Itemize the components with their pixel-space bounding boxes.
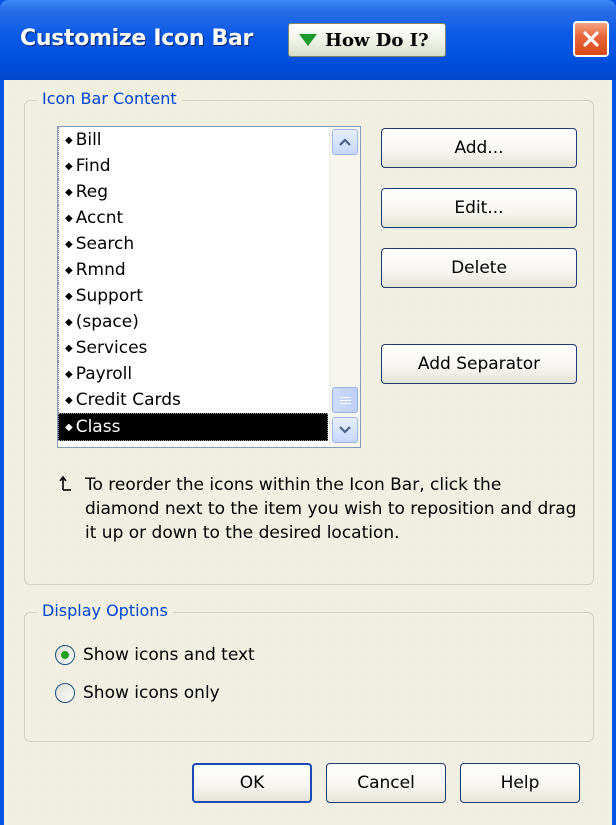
diamond-icon[interactable]: ◆ xyxy=(65,343,73,354)
reorder-hint: To reorder the icons within the Icon Bar… xyxy=(59,473,579,545)
list-item-label: Find xyxy=(75,156,111,176)
list-item[interactable]: ◆ Payroll xyxy=(58,361,328,387)
icon-list[interactable]: ◆ Bill ◆ Find ◆ Reg ◆ Accnt ◆ Search ◆ Rmnd ◆ Support… xyxy=(57,126,361,448)
diamond-icon[interactable]: ◆ xyxy=(65,161,73,172)
icon-bar-content-title: Icon Bar Content xyxy=(37,89,182,108)
diamond-icon[interactable]: ◆ xyxy=(65,135,73,146)
diamond-icon[interactable]: ◆ xyxy=(65,395,73,406)
list-item[interactable]: ◆ (space) xyxy=(58,309,328,335)
how-do-i-button[interactable]: How Do I? xyxy=(288,23,446,57)
reorder-hint-text: To reorder the icons within the Icon Bar… xyxy=(85,475,577,543)
diamond-icon[interactable]: ◆ xyxy=(65,291,73,302)
delete-button[interactable]: Delete xyxy=(381,248,577,288)
list-item-label: Reg xyxy=(75,182,109,202)
list-item[interactable]: ◆ Rmnd xyxy=(58,257,328,283)
dialog-client-area: Icon Bar Content ◆ Bill ◆ Find ◆ Reg ◆ Accnt ◆ Se… xyxy=(4,80,612,825)
list-item[interactable]: ◆ Find xyxy=(58,153,328,179)
list-item-label: Accnt xyxy=(75,208,124,228)
list-item-label: Payroll xyxy=(75,364,133,384)
green-down-triangle-icon xyxy=(299,34,317,46)
list-item[interactable]: ◆ Credit Cards xyxy=(58,387,328,413)
show-icons-and-text-label: Show icons and text xyxy=(83,645,255,665)
list-item[interactable]: ◆ Accnt xyxy=(58,205,328,231)
diamond-icon[interactable]: ◆ xyxy=(65,317,73,328)
help-button-label: Help xyxy=(500,773,540,793)
radio-show-icons-and-text[interactable] xyxy=(55,645,75,665)
display-options-title: Display Options xyxy=(37,601,173,620)
show-icons-and-text-option[interactable]: Show icons and text xyxy=(55,645,255,665)
add-separator-button[interactable]: Add Separator xyxy=(381,344,577,384)
diamond-icon[interactable]: ◆ xyxy=(65,265,73,276)
scroll-up-button[interactable] xyxy=(332,129,358,155)
ok-button-label: OK xyxy=(239,773,265,793)
list-item[interactable]: ◆ Services xyxy=(58,335,328,361)
diamond-icon[interactable]: ◆ xyxy=(65,239,73,250)
list-item-label: Credit Cards xyxy=(75,390,181,410)
add-button-label: Add... xyxy=(454,138,504,158)
customize-icon-bar-dialog: Customize Icon Bar How Do I? Icon Bar Co… xyxy=(0,0,616,825)
diamond-icon[interactable]: ◆ xyxy=(65,187,73,198)
show-icons-only-option[interactable]: Show icons only xyxy=(55,683,220,703)
diamond-icon[interactable]: ◆ xyxy=(65,369,73,380)
list-item[interactable]: ◆ Search xyxy=(58,231,328,257)
show-icons-only-label: Show icons only xyxy=(83,683,220,703)
ok-button[interactable]: OK xyxy=(192,763,312,803)
edit-button-label: Edit... xyxy=(454,198,504,218)
diamond-icon[interactable]: ◆ xyxy=(65,422,73,433)
list-item-label: Services xyxy=(75,338,148,358)
icon-list-items: ◆ Bill ◆ Find ◆ Reg ◆ Accnt ◆ Search ◆ Rmnd ◆ Support… xyxy=(58,127,328,447)
how-do-i-label: How Do I? xyxy=(325,29,429,51)
add-button[interactable]: Add... xyxy=(381,128,577,168)
scroll-down-button[interactable] xyxy=(332,417,358,443)
scroll-down-icon xyxy=(339,426,351,434)
scroll-thumb[interactable] xyxy=(332,387,358,413)
list-item-label: Search xyxy=(75,234,135,254)
cancel-button[interactable]: Cancel xyxy=(326,763,446,803)
close-button[interactable] xyxy=(573,21,609,57)
cancel-button-label: Cancel xyxy=(357,773,415,793)
list-item-label: Support xyxy=(75,286,143,306)
list-item-label: Class xyxy=(75,417,121,437)
close-icon xyxy=(583,31,599,47)
title-bar: Customize Icon Bar How Do I? xyxy=(0,0,616,80)
window-title: Customize Icon Bar xyxy=(20,26,254,51)
list-item-label: (space) xyxy=(75,312,139,332)
edit-button[interactable]: Edit... xyxy=(381,188,577,228)
help-button[interactable]: Help xyxy=(460,763,580,803)
list-item[interactable]: ◆ Class xyxy=(58,413,328,441)
display-options-group: Display Options Show icons and text Show… xyxy=(24,601,594,742)
list-scrollbar[interactable] xyxy=(329,127,360,447)
list-item[interactable]: ◆ Support xyxy=(58,283,328,309)
delete-button-label: Delete xyxy=(451,258,507,278)
radio-show-icons-only[interactable] xyxy=(55,683,75,703)
icon-bar-content-group: Icon Bar Content ◆ Bill ◆ Find ◆ Reg ◆ Accnt ◆ Se… xyxy=(24,89,594,585)
list-item[interactable]: ◆ Reg xyxy=(58,179,328,205)
add-separator-label: Add Separator xyxy=(417,354,541,374)
list-item[interactable]: ◆ Bill xyxy=(58,127,328,153)
reorder-arrow-icon xyxy=(59,475,71,491)
list-item-label: Rmnd xyxy=(75,260,126,280)
diamond-icon[interactable]: ◆ xyxy=(65,213,73,224)
list-item-label: Bill xyxy=(75,130,102,150)
scroll-up-icon xyxy=(339,138,351,146)
